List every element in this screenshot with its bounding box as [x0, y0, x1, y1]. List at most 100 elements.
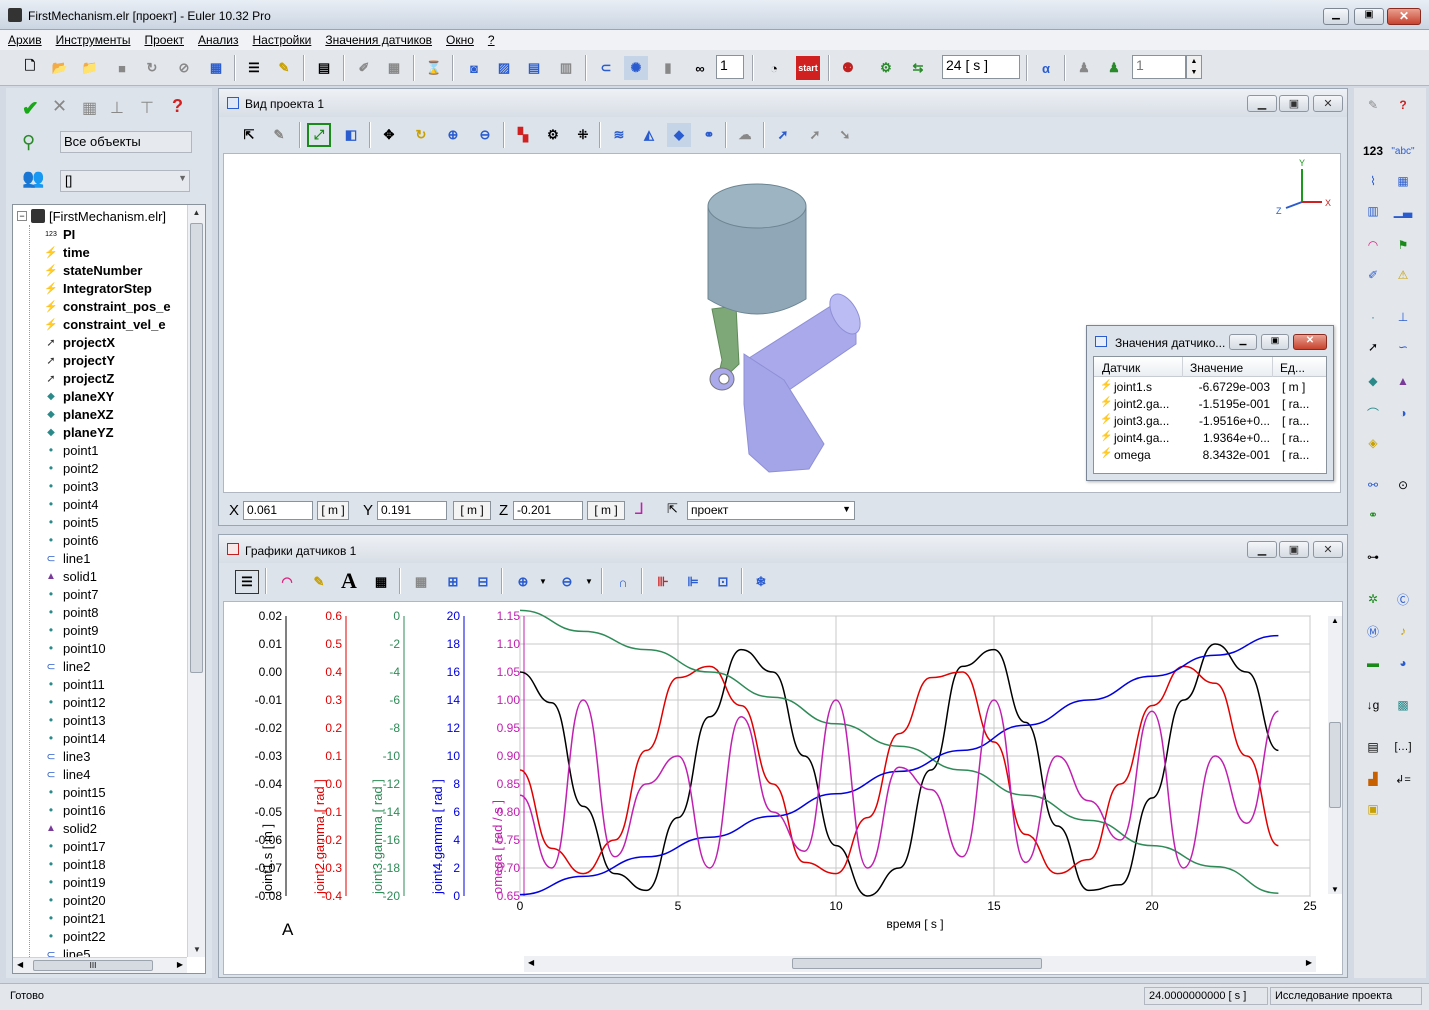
col-unit[interactable]: Ед... — [1280, 361, 1305, 375]
tree-item[interactable]: ⊂ line2 — [43, 657, 205, 675]
view-minimize-button[interactable]: ▁ — [1247, 95, 1277, 112]
axis-left-icon[interactable]: ⊪ — [651, 570, 675, 594]
simulate-icon[interactable]: ⚙ — [874, 56, 898, 80]
counter1-field[interactable]: 1 — [716, 55, 744, 79]
shading-icon[interactable]: ◭ — [637, 123, 661, 147]
sensor-row[interactable]: ⚡ joint4.ga... 1.9364e+0... [ ra... — [1094, 430, 1326, 447]
menu-item-2[interactable]: Проект — [144, 33, 184, 47]
plane-tool-icon[interactable]: ◆ — [1360, 368, 1386, 394]
layers-icon[interactable]: ▚ — [511, 123, 535, 147]
menu-item-0[interactable]: Архив — [8, 33, 42, 47]
object-tree[interactable]: − [FirstMechanism.elr] 123 PI ⚡ time ⚡ stateN… — [12, 204, 206, 974]
tag-tool-icon[interactable]: ◈ — [1360, 430, 1386, 456]
point-tool-icon[interactable]: · — [1360, 304, 1386, 330]
network-tool-icon[interactable]: ⊶ — [1360, 544, 1386, 570]
menu-item-1[interactable]: Инструменты — [56, 33, 131, 47]
sensor-row[interactable]: ⚡ joint2.ga... -1.5195e-001 [ ra... — [1094, 396, 1326, 413]
tree-item[interactable]: • point16 — [43, 801, 205, 819]
rainbow-tool-icon[interactable]: ◠ — [1360, 232, 1386, 258]
tree-item[interactable]: ⚡ stateNumber — [43, 261, 205, 279]
chart-vscrollbar[interactable]: ▲ ▼ — [1328, 616, 1342, 894]
document-icon[interactable]: ▤ — [312, 56, 336, 80]
stop-icon[interactable]: ⊘ — [172, 56, 196, 80]
text-icon[interactable]: A — [337, 568, 361, 593]
zoom-in-icon[interactable]: ⊕ — [511, 570, 535, 594]
pan-icon[interactable]: ✥ — [377, 123, 401, 147]
probe-icon[interactable]: ✐ — [1360, 262, 1386, 288]
graph-close-button[interactable]: ✕ — [1313, 541, 1343, 558]
tree-vscrollbar[interactable]: ▲ ▼ — [187, 205, 205, 957]
warning-icon[interactable]: ⚠ — [1390, 262, 1416, 288]
box-tool-icon[interactable]: ▣ — [1360, 796, 1386, 822]
tree-item[interactable]: • point15 — [43, 783, 205, 801]
users-icon[interactable]: 👥 — [22, 168, 44, 189]
tree-item[interactable]: ➚ projectZ — [43, 369, 205, 387]
grid-toggle-icon[interactable]: ▦ — [409, 570, 433, 594]
select-arrow-icon[interactable]: ⇱ — [237, 123, 261, 147]
mass-tool-icon[interactable]: ◑ — [1390, 400, 1416, 426]
pie-tool-icon[interactable]: ◕ — [1390, 650, 1416, 676]
tree-hscroll-thumb[interactable]: III — [33, 960, 153, 971]
mesh-icon[interactable]: ✺ — [624, 56, 648, 80]
frame-axes-icon[interactable]: ⅃ — [635, 499, 644, 519]
tree-item[interactable]: • point21 — [43, 909, 205, 927]
chevron-down-icon[interactable]: ▼ — [539, 577, 547, 586]
sensor-minimize-button[interactable]: ▁ — [1229, 334, 1257, 350]
vector-tool-icon[interactable]: ➚ — [1360, 334, 1386, 360]
swap-icon[interactable]: ⇆ — [906, 56, 930, 80]
book-icon[interactable]: ▮ — [656, 56, 680, 80]
zoom-in-icon[interactable]: ⊕ — [441, 123, 465, 147]
sensor-row[interactable]: ⚡ omega 8.3432e-001 [ ra... — [1094, 447, 1326, 464]
brush-icon[interactable]: ✎ — [267, 123, 291, 147]
tree-hscrollbar[interactable]: ◀ III ▶ — [13, 957, 187, 973]
collapse-icon[interactable]: − — [17, 211, 27, 221]
menu-item-5[interactable]: Значения датчиков — [325, 33, 432, 47]
link-view-icon[interactable]: ⚭ — [697, 123, 721, 147]
chart-hscroll-thumb[interactable] — [792, 958, 1042, 969]
tree-item[interactable]: • point17 — [43, 837, 205, 855]
tree-vscroll-thumb[interactable] — [190, 223, 203, 673]
tree-collapse-icon[interactable]: ⊤ — [140, 98, 154, 118]
tree-item[interactable]: • point18 — [43, 855, 205, 873]
function-icon[interactable]: ⌇ — [1360, 168, 1386, 194]
tree-item[interactable]: • point22 — [43, 927, 205, 945]
tree-item[interactable]: ◆ planeXY — [43, 387, 205, 405]
tree-item[interactable]: • point1 — [43, 441, 205, 459]
tree-item[interactable]: • point2 — [43, 459, 205, 477]
tree-item[interactable]: • point13 — [43, 711, 205, 729]
cube-icon[interactable]: ◧ — [339, 123, 363, 147]
tree-item[interactable]: • point11 — [43, 675, 205, 693]
frame-select-icon[interactable]: ⇱ — [667, 501, 678, 517]
arc-tool-icon[interactable]: ⌒ — [1360, 400, 1386, 426]
binoculars-icon[interactable]: ∞ — [688, 56, 712, 80]
help-book-icon[interactable]: ? — [1390, 92, 1416, 118]
constraint-tool-icon[interactable]: Ⓒ — [1390, 586, 1416, 612]
grid-dots-icon[interactable]: ⁜ — [571, 123, 595, 147]
tree-item[interactable]: • point7 — [43, 585, 205, 603]
tree-item[interactable]: ⊂ line1 — [43, 549, 205, 567]
tree-item[interactable]: ➚ projectX — [43, 333, 205, 351]
save-icon[interactable]: ■ — [110, 56, 134, 80]
zoom-out-icon[interactable]: ⊖ — [473, 123, 497, 147]
tree-item[interactable]: • point8 — [43, 603, 205, 621]
menu-item-4[interactable]: Настройки — [253, 33, 312, 47]
chevron-down-icon[interactable]: ▼ — [585, 577, 593, 586]
frame-select[interactable]: проект ▼ — [687, 501, 855, 520]
spring-tool-icon[interactable]: ✲ — [1360, 586, 1386, 612]
link-tool-icon[interactable]: ⚭ — [1360, 502, 1386, 528]
snowflake-icon[interactable]: ❄ — [749, 570, 773, 594]
person-icon[interactable]: ♟ — [1102, 56, 1126, 80]
tree-item[interactable]: ⊂ line4 — [43, 765, 205, 783]
z-coordinate-field[interactable]: -0.201 — [513, 501, 583, 520]
y-coordinate-field[interactable]: 0.191 — [377, 501, 447, 520]
tree-item[interactable]: • point19 — [43, 873, 205, 891]
close-button[interactable]: ✕ — [1387, 8, 1421, 25]
table-icon[interactable]: ▦ — [1390, 168, 1416, 194]
add-series-icon[interactable]: ⊞ — [441, 570, 465, 594]
fit-view-icon[interactable]: ⤢ — [307, 123, 331, 147]
pointer-all-icon[interactable]: ➚ — [803, 123, 827, 147]
solid-tool-icon[interactable]: ▲ — [1390, 368, 1416, 394]
pencil-icon[interactable]: ✎ — [307, 570, 331, 594]
step-icon[interactable]: ⚉ — [836, 56, 860, 80]
menu-item-3[interactable]: Анализ — [198, 33, 239, 47]
